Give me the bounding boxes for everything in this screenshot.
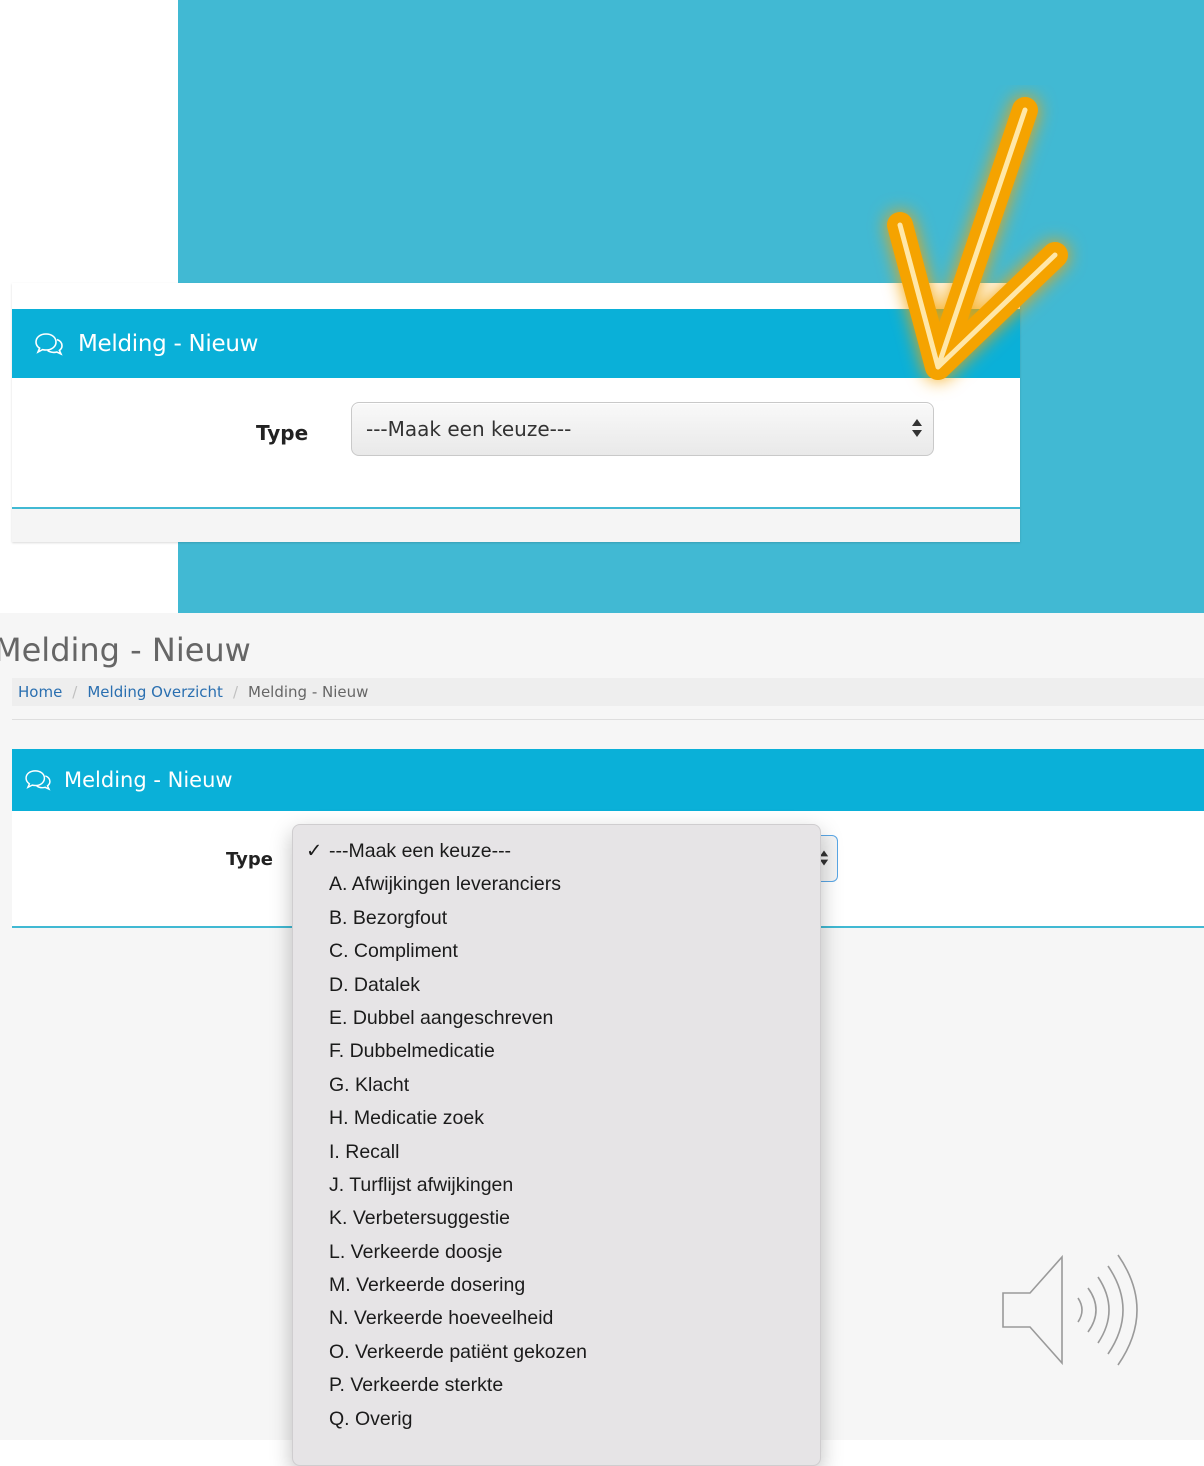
breadcrumb-overview-link[interactable]: Melding Overzicht (87, 683, 223, 701)
dropdown-option[interactable]: G. Klacht (293, 1069, 820, 1102)
checkmark-neon-icon (887, 97, 1068, 380)
panel-title: Melding - Nieuw (64, 768, 233, 792)
promo-select-value: ---Maak een keuze--- (366, 417, 572, 441)
promo-card-footer (12, 509, 1020, 542)
dropdown-option[interactable]: K. Verbetersuggestie (293, 1202, 820, 1235)
type-label: Type (226, 849, 273, 870)
dropdown-option[interactable]: C. Compliment (293, 935, 820, 968)
promo-type-select[interactable]: ---Maak een keuze--- (351, 402, 934, 456)
dropdown-option[interactable]: J. Turflijst afwijkingen (293, 1169, 820, 1202)
dropdown-option[interactable]: A. Afwijkingen leveranciers (293, 868, 820, 901)
speaker-icon[interactable] (1000, 1253, 1150, 1368)
select-arrows-icon (911, 416, 923, 445)
app-screen: Melding - Nieuw Home / Melding Overzicht… (0, 613, 1204, 1466)
chat-bubbles-icon (34, 330, 66, 358)
breadcrumb-home-link[interactable]: Home (18, 683, 62, 701)
dropdown-option[interactable]: O. Verkeerde patiënt gekozen (293, 1336, 820, 1369)
dropdown-option[interactable]: ✓ ---Maak een keuze--- (293, 835, 820, 868)
dropdown-option[interactable]: N. Verkeerde hoeveelheid (293, 1302, 820, 1335)
dropdown-option[interactable]: L. Verkeerde doosje (293, 1236, 820, 1269)
dropdown-option[interactable]: I. Recall (293, 1136, 820, 1169)
type-dropdown-menu: ✓ ---Maak een keuze--- A. Afwijkingen lev… (292, 824, 821, 1466)
dropdown-option[interactable]: M. Verkeerde dosering (293, 1269, 820, 1302)
dropdown-option[interactable]: H. Medicatie zoek (293, 1102, 820, 1135)
breadcrumb: Home / Melding Overzicht / Melding - Nie… (12, 678, 1204, 706)
divider (12, 719, 1204, 720)
chat-bubbles-icon (24, 769, 54, 791)
breadcrumb-current: Melding - Nieuw (248, 683, 369, 701)
dropdown-option[interactable]: Q. Overig (293, 1403, 820, 1436)
dropdown-option[interactable]: P. Verkeerde sterkte (293, 1369, 820, 1402)
promo-type-label: Type (256, 421, 309, 445)
dropdown-option[interactable]: D. Datalek (293, 969, 820, 1002)
panel-header: Melding - Nieuw (12, 749, 1204, 811)
promo-card-title: Melding - Nieuw (78, 330, 259, 357)
dropdown-option[interactable]: B. Bezorgfout (293, 902, 820, 935)
breadcrumb-separator: / (72, 683, 78, 701)
breadcrumb-separator: / (232, 683, 239, 701)
checkmark-icon: ✓ (306, 840, 323, 862)
dropdown-option[interactable]: E. Dubbel aangeschreven (293, 1002, 820, 1035)
dropdown-option[interactable]: F. Dubbelmedicatie (293, 1035, 820, 1068)
page-title: Melding - Nieuw (0, 631, 251, 669)
